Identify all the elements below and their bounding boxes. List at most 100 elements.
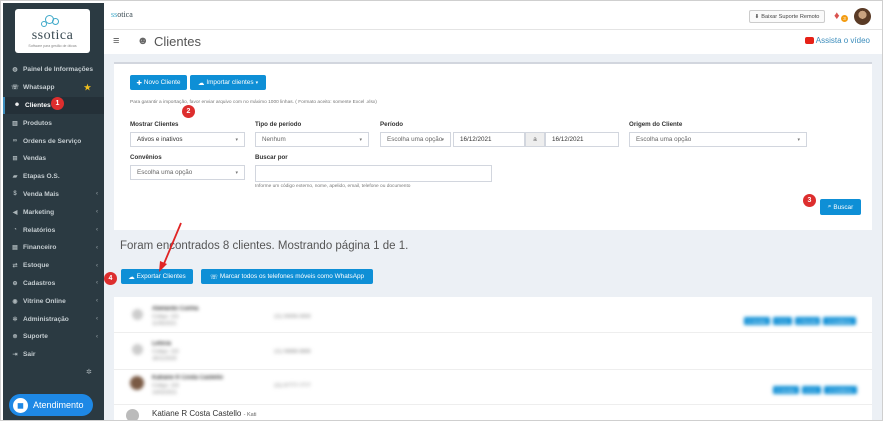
brand-logo[interactable]: ssotica Software para gestão de óticas [15,9,90,53]
sidebar-item-label: Etapas O.S. [23,173,60,181]
atendimento-button[interactable]: ◼ Atendimento [9,394,93,416]
avatar [132,344,143,355]
periodo-select[interactable]: Escolha uma opção ▾ [380,132,451,147]
step-badge-1: 1 [51,97,64,110]
avatar [132,309,143,320]
sidebar-item-label: Venda Mais [23,190,59,198]
sidebar-item-etapas-o-s[interactable]: ▰ Etapas O.S. [3,168,104,186]
sidebar-item-label: Clientes [25,101,51,109]
mark-whatsapp-button[interactable]: ☏ Marcar todos os telefones móveis como W… [201,269,373,284]
sidebar-settings-icon[interactable]: ✲ [86,368,92,376]
sidebar-item-financeiro[interactable]: ▤ Financeiro ‹ [3,239,104,257]
step-badge-4: 4 [104,272,117,285]
sidebar-item-estoque[interactable]: ⇄ Estoque ‹ [3,257,104,275]
date-to-input[interactable]: 16/12/2021 [545,132,619,147]
sidebar-item-sair[interactable]: ⇥ Sair [3,346,104,364]
chevron-left-icon: ‹ [96,280,98,287]
new-client-button[interactable]: ✚ Novo Cliente [130,75,187,90]
watch-video-label: Assista o vídeo [815,36,870,45]
sidebar-item-cadastros[interactable]: ⊕ Cadastros ‹ [3,275,104,293]
client-name[interactable]: Katiane R Costa Castello [152,375,223,381]
client-name[interactable]: Abelardo Cunha [152,306,198,312]
sidebar-item-whatsapp[interactable]: ☏ Whatsapp ★ [3,79,104,97]
chevron-left-icon: ‹ [96,191,98,198]
export-clients-button[interactable]: ☁ Exportar Clientes [121,269,193,284]
caret-down-icon: ▾ [255,79,259,86]
tipo-periodo-select[interactable]: Nenhum ▾ [255,132,369,147]
sales-tag[interactable]: 5 Vendas [744,317,770,325]
chat-icon: ◼ [13,397,28,413]
search-icon: ⌕ [827,203,832,210]
os-tag[interactable]: 7 O.S. [773,317,792,325]
sidebar-item-label: Cadastros [23,279,56,287]
sidebar-item-venda-mais[interactable]: $ Venda Mais ‹ [3,186,104,204]
menu-toggle-icon[interactable]: ≡ [113,35,119,47]
sidebar-item-painel-de-informacoes[interactable]: ◍ Painel de Informações [3,61,104,79]
clients-list: Abelardo Cunha Código: 101 11/05/2021 (1… [114,297,872,420]
sidebar-item-vitrine-online[interactable]: ◉ Vitrine Online ‹ [3,292,104,310]
download-support-button[interactable]: ⬇ Baixar Suporte Remoto [749,10,825,23]
page-title: Clientes [154,34,201,49]
client-date: 18/11/2020 [152,356,177,362]
sidebar-item-administracao[interactable]: ✲ Administração ‹ [3,310,104,328]
client-phone: (11) 98888-8888 [274,349,311,355]
chevron-left-icon: ‹ [96,298,98,305]
receita-tag[interactable]: 1 Receita [795,317,820,325]
sidebar: ssotica Software para gestão de óticas ◍… [3,3,104,420]
os-tag[interactable]: 2 O.S. [802,386,821,394]
search-button[interactable]: ⌕ Buscar [820,199,861,215]
crediario-tag[interactable]: 4 Crediários [824,386,857,394]
atendimento-label: Atendimento [33,400,84,410]
sidebar-item-vendas[interactable]: ⊞ Vendas [3,150,104,168]
mark-whatsapp-label: Marcar todos os telefones móveis como Wh… [219,273,365,280]
sales-tag[interactable]: 5 Vendas [773,386,799,394]
search-help: Informe um código externo, nome, apelido… [255,184,411,189]
crediario-tag[interactable]: 3 Crediários [823,317,856,325]
bell-icon[interactable]: ♦ [834,10,840,22]
buscar-label: Buscar por [255,154,288,161]
search-input[interactable] [255,165,492,182]
client-name[interactable]: Katiane R Costa Castello - Kati [152,409,256,418]
step-badge-2: 2 [182,105,195,118]
sidebar-item-label: Ordens de Serviço [23,137,82,145]
divider [114,332,872,333]
watch-video-link[interactable]: Assista o vídeo [804,36,870,45]
chevron-left-icon: ‹ [96,262,98,269]
sidebar-item-produtos[interactable]: ▥ Produtos [3,114,104,132]
logo-subtitle: Software para gestão de óticas [28,43,77,48]
sign-out-icon: ⇥ [12,352,18,359]
barcode-icon: ▥ [12,120,18,127]
sidebar-item-relatorios[interactable]: ◔ Relatórios ‹ [3,221,104,239]
date-separator: a [525,132,545,147]
chevron-left-icon: ‹ [96,244,98,251]
user-avatar[interactable] [854,8,871,25]
origem-label: Origem do Cliente [629,121,683,128]
youtube-icon [804,37,814,45]
origem-select[interactable]: Escolha uma opção ▾ [629,132,807,147]
plus-icon: ✚ [136,79,142,87]
topbar-logo[interactable]: ssssoticaotica [111,10,133,19]
truck-icon: ▰ [12,174,18,181]
cloud-upload-icon: ☁ [197,79,205,87]
life-ring-icon: ⊗ [12,334,18,341]
mostrar-select[interactable]: Ativos e inativos ▾ [130,132,245,147]
sidebar-item-suporte[interactable]: ⊗ Suporte ‹ [3,328,104,346]
import-clients-button[interactable]: ☁ Importar clientes ▾ [190,75,266,90]
sidebar-item-label: Whatsapp [23,84,55,92]
sidebar-item-marketing[interactable]: ◀ Marketing ‹ [3,203,104,221]
sidebar-item-ordens-de-servico[interactable]: ∞ Ordens de Serviço [3,132,104,150]
import-note: Para garantir a importação, favor enviar… [130,100,377,105]
sidebar-item-label: Sair [23,351,36,359]
import-clients-label: Importar clientes [206,79,254,86]
date-from-input[interactable]: 16/12/2021 [453,132,525,147]
logo-text: ssotica [31,27,74,43]
filters-box: ✚ Novo Cliente ☁ Importar clientes ▾ Para g… [114,62,872,230]
client-name[interactable]: Letícia [152,341,171,347]
sidebar-item-label: Painel de Informações [23,66,93,74]
client-date: 11/05/2021 [152,321,177,327]
dashboard-icon: ◍ [12,67,18,74]
client-phone: (11) 97777-7777 [274,383,311,389]
sidebar-item-label: Administração [23,315,69,323]
convenios-select[interactable]: Escolha uma opção ▾ [130,165,245,180]
divider [114,369,872,370]
